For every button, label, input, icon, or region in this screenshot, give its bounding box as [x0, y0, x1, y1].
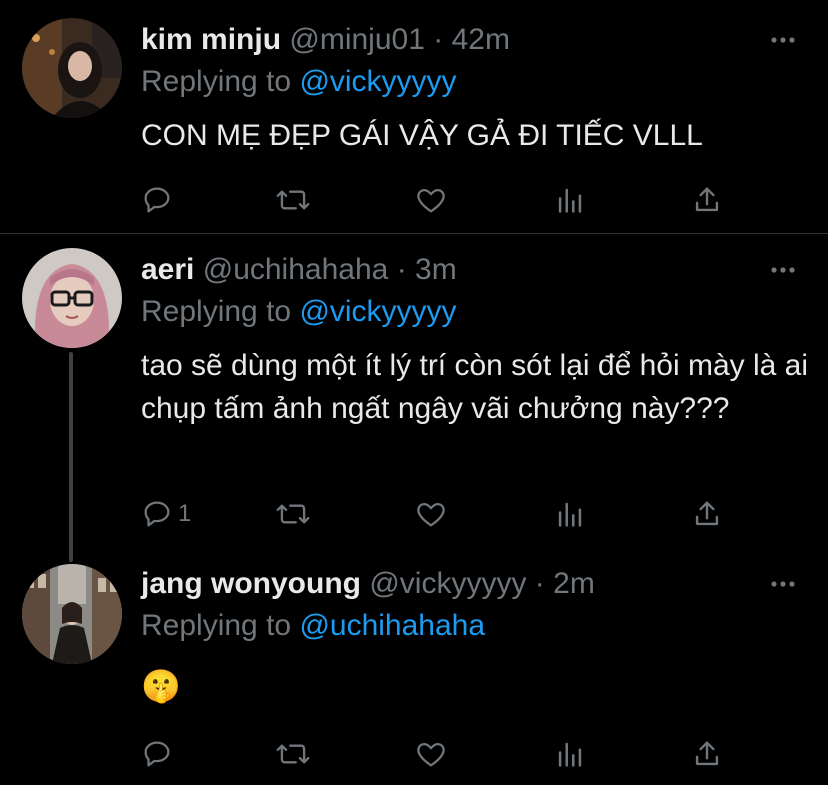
- user-handle[interactable]: @vickyyyyy: [369, 567, 526, 600]
- analytics-icon: [553, 497, 587, 531]
- avatar[interactable]: [22, 18, 122, 118]
- reply-icon: [140, 737, 174, 771]
- retweet-icon: [275, 737, 311, 771]
- retweet-button[interactable]: [275, 494, 311, 534]
- analytics-icon: [553, 183, 587, 217]
- reply-count: 1: [178, 500, 192, 527]
- replying-label: Replying to: [141, 65, 292, 98]
- tweet-divider: [0, 233, 828, 234]
- more-icon[interactable]: [768, 574, 798, 594]
- retweet-icon: [275, 497, 311, 531]
- like-icon: [414, 183, 448, 217]
- reply-button[interactable]: [140, 734, 178, 774]
- analytics-button[interactable]: [553, 494, 587, 534]
- avatar[interactable]: [22, 248, 122, 348]
- replying-label: Replying to: [141, 295, 292, 328]
- tweet-actions: [0, 734, 828, 774]
- timestamp[interactable]: 3m: [415, 253, 457, 286]
- mention-link[interactable]: @uchihahaha: [299, 609, 485, 642]
- tweet-text: 🤫: [141, 668, 181, 704]
- like-icon: [414, 737, 448, 771]
- tweet-actions: [0, 180, 828, 220]
- more-icon[interactable]: [768, 260, 798, 280]
- share-button[interactable]: [690, 734, 724, 774]
- retweet-button[interactable]: [275, 180, 311, 220]
- mention-link[interactable]: @vickyyyyy: [299, 65, 456, 98]
- display-name[interactable]: jang wonyoung: [141, 567, 361, 600]
- share-icon: [690, 737, 724, 771]
- reply-icon: [140, 497, 174, 531]
- retweet-button[interactable]: [275, 734, 311, 774]
- avatar[interactable]: [22, 564, 122, 664]
- like-icon: [414, 497, 448, 531]
- replying-label: Replying to: [141, 609, 292, 642]
- separator: ·: [534, 567, 545, 600]
- display-name[interactable]: aeri: [141, 253, 194, 286]
- timestamp[interactable]: 42m: [452, 23, 510, 56]
- like-button[interactable]: [414, 734, 448, 774]
- share-icon: [690, 183, 724, 217]
- tweet-text: tao sẽ dùng một ít lý trí còn sót lại để…: [141, 349, 809, 425]
- display-name[interactable]: kim minju: [141, 23, 281, 56]
- user-handle[interactable]: @minju01: [289, 23, 425, 56]
- share-icon: [690, 497, 724, 531]
- retweet-icon: [275, 183, 311, 217]
- reply-button[interactable]: 1: [140, 494, 191, 534]
- reply-button[interactable]: [140, 180, 178, 220]
- like-button[interactable]: [414, 180, 448, 220]
- tweet-text: CON MẸ ĐẸP GÁI VẬY GẢ ĐI TIẾC VLLL: [141, 119, 703, 152]
- like-button[interactable]: [414, 494, 448, 534]
- user-handle[interactable]: @uchihahaha: [203, 253, 389, 286]
- analytics-button[interactable]: [553, 734, 587, 774]
- separator: ·: [433, 23, 444, 56]
- analytics-icon: [553, 737, 587, 771]
- share-button[interactable]: [690, 180, 724, 220]
- share-button[interactable]: [690, 494, 724, 534]
- analytics-button[interactable]: [553, 180, 587, 220]
- tweet-actions: 1: [0, 494, 828, 534]
- more-icon[interactable]: [768, 30, 798, 50]
- timestamp[interactable]: 2m: [553, 567, 595, 600]
- separator: ·: [396, 253, 407, 286]
- reply-icon: [140, 183, 174, 217]
- mention-link[interactable]: @vickyyyyy: [299, 295, 456, 328]
